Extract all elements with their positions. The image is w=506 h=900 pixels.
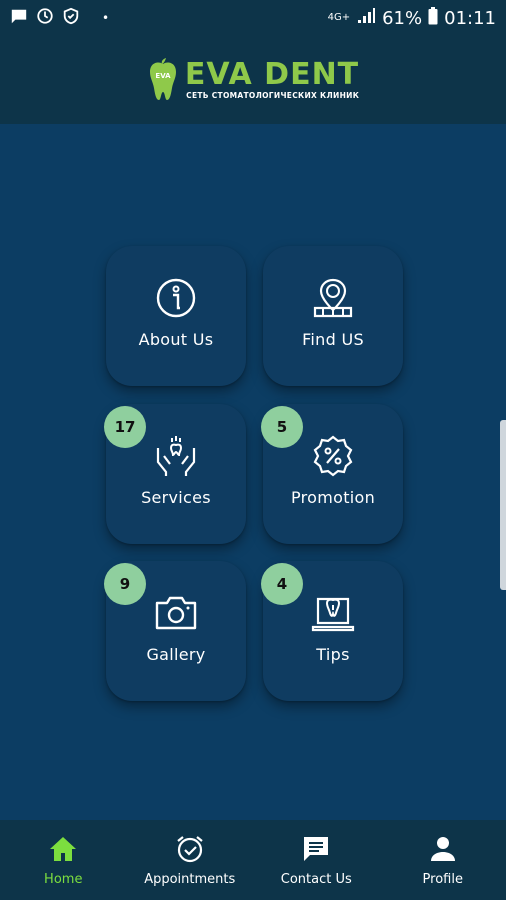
location-phone-icon	[313, 278, 353, 317]
laptop-tooth-icon	[311, 597, 355, 631]
battery-icon	[428, 6, 438, 30]
tile-tips[interactable]: 4 Tips	[261, 561, 403, 701]
bottom-nav: Home Appointments Contact Us Profile	[0, 820, 506, 900]
nav-label: Home	[44, 871, 83, 887]
tile-gallery[interactable]: 9 Gallery	[104, 561, 246, 701]
scrollbar-thumb[interactable]	[500, 420, 506, 590]
count-badge: 9	[104, 563, 146, 605]
tile-services[interactable]: 17 Services	[104, 404, 246, 544]
count-badge: 4	[261, 563, 303, 605]
tile-promotion[interactable]: 5 Promotion	[261, 404, 403, 544]
brand-name: EVA DENT	[184, 57, 360, 92]
battery-percent: 61%	[382, 7, 423, 29]
status-bar: • 4G+ 61% 01:11	[0, 0, 506, 36]
nav-profile[interactable]: Profile	[380, 820, 506, 900]
brand-logo: EVA EVA DENT СЕТЬ СТОМАТОЛОГИЧЕСКИХ КЛИН…	[147, 58, 359, 102]
tile-label: Find US	[302, 329, 364, 349]
message-icon	[10, 7, 28, 29]
count-badge: 17	[104, 406, 146, 448]
brand-tagline: СЕТЬ СТОМАТОЛОГИЧЕСКИХ КЛИНИК	[186, 91, 360, 100]
tile-about-us[interactable]: About Us	[106, 246, 246, 386]
discount-badge-icon	[313, 435, 353, 476]
count-badge: 5	[261, 406, 303, 448]
nav-label: Appointments	[144, 871, 236, 887]
svg-text:EVA: EVA	[155, 72, 171, 80]
tooth-logo-icon: EVA	[149, 58, 176, 100]
home-icon	[50, 836, 77, 861]
app-header: EVA EVA DENT СЕТЬ СТОМАТОЛОГИЧЕСКИХ КЛИН…	[0, 36, 506, 124]
nav-contact-us[interactable]: Contact Us	[253, 820, 379, 900]
status-left: •	[10, 7, 109, 29]
clock-time: 01:11	[444, 7, 496, 29]
tile-label: Services	[141, 487, 211, 507]
shield-icon	[62, 7, 80, 29]
tile-label: Gallery	[146, 644, 206, 664]
person-icon	[430, 836, 455, 861]
tile-find-us[interactable]: Find US	[263, 246, 403, 386]
hands-tooth-icon	[156, 435, 196, 476]
sync-icon	[36, 7, 54, 29]
nav-label: Contact Us	[280, 871, 352, 887]
info-icon	[156, 278, 196, 317]
signal-icon	[356, 7, 376, 30]
tile-label: Promotion	[290, 487, 376, 507]
notification-dot: •	[102, 11, 110, 25]
tile-label: Tips	[316, 644, 350, 664]
alarm-clock-icon	[177, 835, 203, 862]
network-type: 4G+	[327, 12, 351, 23]
nav-label: Profile	[422, 871, 463, 887]
camera-icon	[155, 596, 197, 629]
nav-appointments[interactable]: Appointments	[127, 820, 253, 900]
chat-icon	[304, 836, 329, 861]
tile-label: About Us	[138, 329, 214, 349]
nav-home[interactable]: Home	[0, 820, 126, 900]
status-right: 4G+ 61% 01:11	[327, 6, 496, 30]
